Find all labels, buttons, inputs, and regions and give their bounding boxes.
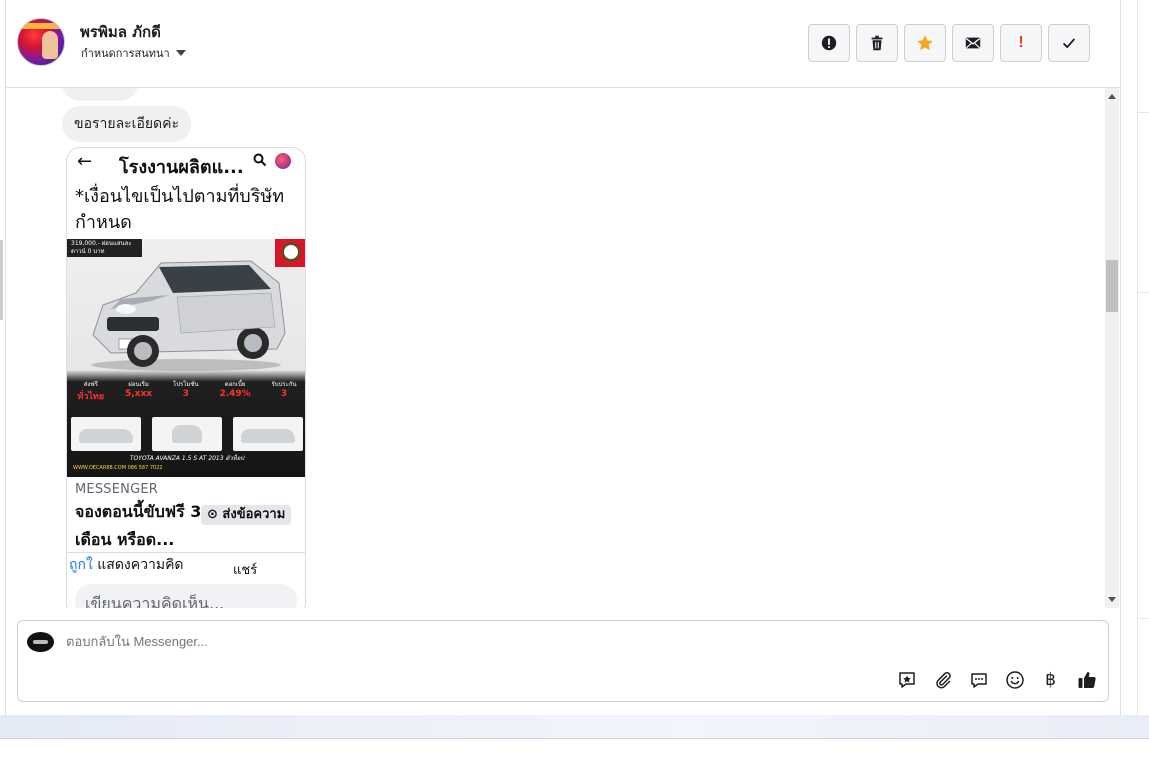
ad-headline: จองตอนนี้ขับฟรี 3 เดือน หรือด... xyxy=(75,502,202,549)
spam-button[interactable] xyxy=(808,24,850,62)
shared-page-title: โรงงานผลิตแ... xyxy=(119,157,244,178)
ad-source-label: MESSENGER xyxy=(75,482,158,497)
like-action: ถูกใ xyxy=(69,557,93,573)
promo-item: โปรโมชั่น 3 xyxy=(172,381,199,399)
exclamation-circle-icon xyxy=(821,35,837,51)
share-action: แชร์ xyxy=(233,563,258,578)
chat-bubble-icon xyxy=(970,672,987,688)
back-arrow-icon: ← xyxy=(77,151,93,172)
composer-tools: ฿ xyxy=(895,668,1098,691)
caret-down-icon xyxy=(175,50,186,56)
attachment-button[interactable] xyxy=(931,668,954,691)
conversation-header: พรพิมล ภักดี กำหนดการสนทนา ! xyxy=(5,0,1121,88)
follow-up-button[interactable]: ! xyxy=(1000,24,1042,62)
check-icon xyxy=(1062,38,1076,49)
post-actions: ถูกใ แสดงความคิด xyxy=(69,554,184,576)
right-panel-edge xyxy=(1137,0,1149,715)
payment-button[interactable]: ฿ xyxy=(1039,668,1062,691)
contact-avatar[interactable] xyxy=(17,18,65,66)
emoji-button[interactable] xyxy=(1003,668,1026,691)
car-icon xyxy=(91,260,286,371)
left-panel-edge xyxy=(0,240,3,320)
page-avatar xyxy=(27,632,54,652)
scroll-down-arrow-icon[interactable] xyxy=(1108,597,1116,602)
emoji-icon xyxy=(1005,670,1024,689)
promo-item: รับประกัน 3 xyxy=(271,381,297,399)
comment-action: แสดงความคิด xyxy=(97,557,184,573)
page-avatar-icon xyxy=(275,153,291,169)
comment-field: เขียนความคิดเห็น... xyxy=(75,584,297,608)
mark-done-button[interactable] xyxy=(1048,24,1090,62)
message-bubble: ขอรายละเอียดค่ะ xyxy=(62,106,192,142)
red-exclamation-icon: ! xyxy=(1018,34,1024,51)
conversation-settings-label: กำหนดการสนทนา xyxy=(81,47,170,60)
search-icon xyxy=(253,153,267,171)
envelope-icon xyxy=(965,37,981,49)
shared-image-topbar: ← โรงงานผลิตแ... xyxy=(67,148,305,178)
scrollbar-thumb[interactable] xyxy=(1106,260,1118,312)
shared-post-text: *เงื่อนไขเป็นไปตามที่บริษัทกำหนด xyxy=(75,186,285,233)
car-advertisement-image: 319,000.- ผ่อนแสนละ ดาวน์ 0 บาท ส่งฟรี ทั… xyxy=(67,239,305,477)
ad-thumbnails xyxy=(71,417,303,451)
car-thumbnail xyxy=(152,417,222,451)
header-actions: ! xyxy=(808,24,1090,62)
scroll-up-arrow-icon[interactable] xyxy=(1108,94,1116,99)
star-button[interactable] xyxy=(904,24,946,62)
mark-unread-button[interactable] xyxy=(952,24,994,62)
promo-item: ดอกเบี้ย 2.49% xyxy=(219,381,251,399)
ad-promotions: ส่งฟรี ทั่วไทย ผ่อนเริ่ม 5,xxx โปรโมชั่น 3 … xyxy=(67,379,305,415)
saved-reply-button[interactable] xyxy=(895,668,918,691)
quick-reply-button[interactable] xyxy=(967,668,990,691)
message-bubble xyxy=(62,88,138,101)
divider xyxy=(67,552,305,553)
promo-item: ผ่อนเริ่ม 5,xxx xyxy=(125,381,153,399)
attachment-icon xyxy=(935,671,951,688)
thumbs-up-icon xyxy=(1078,671,1096,688)
contact-name[interactable]: พรพิมล ภักดี xyxy=(80,20,161,44)
reply-input[interactable] xyxy=(66,634,966,649)
promo-item: ส่งฟรี ทั่วไทย xyxy=(77,381,105,402)
ad-model-text: TOYOTA AVANZA 1.5 S AT 2013 ตัวท็อป xyxy=(129,455,245,462)
ad-footer-text: WWW.OECAR88.COM 086 587 7022 xyxy=(73,465,163,471)
star-icon xyxy=(917,35,933,51)
car-thumbnail xyxy=(233,417,303,451)
delete-button[interactable] xyxy=(856,24,898,62)
message-scrollbar[interactable] xyxy=(1105,88,1119,608)
trash-icon xyxy=(871,35,883,51)
send-message-button: ⊙ ส่งข้อความ xyxy=(201,505,292,525)
baht-icon: ฿ xyxy=(1045,669,1056,690)
saved-reply-icon xyxy=(898,671,915,688)
car-thumbnail xyxy=(71,417,141,451)
conversation-settings-dropdown[interactable]: กำหนดการสนทนา xyxy=(81,44,186,62)
like-button[interactable] xyxy=(1075,668,1098,691)
message-list: ขอรายละเอียดค่ะ ← โรงงานผลิตแ... *เงื่อน… xyxy=(5,88,1105,608)
divider xyxy=(0,738,1149,739)
shared-image-attachment[interactable]: ← โรงงานผลิตแ... *เงื่อนไขเป็นไปตามที่บร… xyxy=(66,147,306,608)
page-background-strip xyxy=(0,715,1149,739)
reply-composer: ฿ xyxy=(17,620,1109,702)
